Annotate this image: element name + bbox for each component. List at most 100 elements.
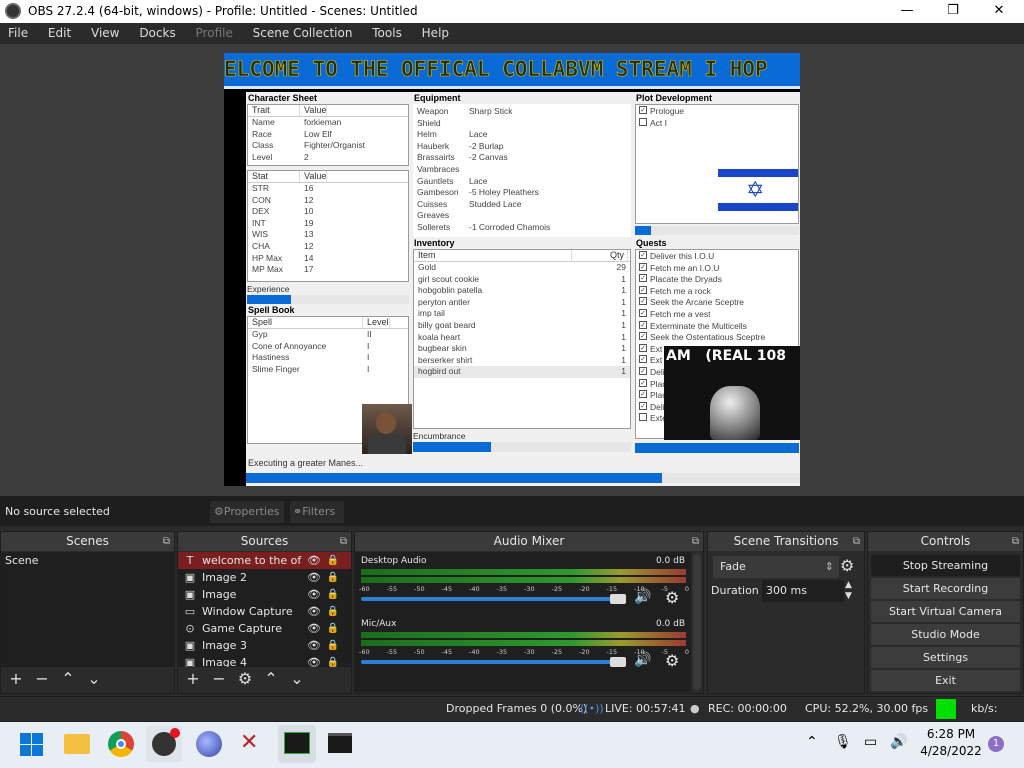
lock-icon[interactable]: 🔒 bbox=[327, 552, 339, 569]
source-item[interactable]: ▣ Image 👁 🔒 bbox=[178, 586, 351, 603]
chrome-icon[interactable] bbox=[108, 731, 134, 757]
move-up-icon[interactable]: ⌃ bbox=[55, 669, 81, 688]
remove-scene-icon[interactable]: − bbox=[29, 669, 55, 688]
inventory-row[interactable]: hobgoblin patella 1 bbox=[414, 285, 630, 297]
lock-icon[interactable]: 🔒 bbox=[327, 637, 339, 654]
quest-item[interactable]: ✓ Fetch me a rock bbox=[636, 285, 798, 298]
source-item[interactable]: ▣ Image 3 👁 🔒 bbox=[178, 637, 351, 654]
game-taskbar-button[interactable] bbox=[278, 725, 316, 763]
terminal-icon[interactable] bbox=[328, 733, 352, 753]
source-item[interactable]: ⊙ Game Capture 👁 🔒 bbox=[178, 620, 351, 637]
close-button[interactable]: ✕ bbox=[976, 0, 1022, 23]
volume-slider[interactable] bbox=[361, 660, 619, 664]
lock-icon[interactable]: 🔒 bbox=[327, 654, 339, 667]
obs-taskbar-button[interactable] bbox=[146, 726, 182, 762]
float-dock-icon[interactable]: ⧉ bbox=[692, 532, 699, 551]
inventory-row[interactable]: berserker shirt 1 bbox=[414, 355, 630, 367]
menu-edit[interactable]: Edit bbox=[40, 23, 79, 40]
checkbox[interactable]: ✓ bbox=[639, 106, 647, 114]
source-properties-gear-icon[interactable]: ⚙ bbox=[232, 669, 258, 688]
inventory-row[interactable]: peryton antler 1 bbox=[414, 297, 630, 309]
checkbox[interactable]: ✓ bbox=[639, 343, 647, 352]
visibility-eye-icon[interactable]: 👁 bbox=[307, 569, 321, 586]
plot-item[interactable]: Act I bbox=[636, 117, 798, 130]
checkbox[interactable]: ✓ bbox=[639, 366, 647, 375]
inventory-row[interactable]: imp tail 1 bbox=[414, 308, 630, 320]
checkbox[interactable]: ✓ bbox=[639, 355, 647, 364]
float-dock-icon[interactable]: ⧉ bbox=[1012, 532, 1019, 551]
source-item[interactable]: ▣ Image 2 👁 🔒 bbox=[178, 569, 351, 586]
checkbox[interactable]: ✓ bbox=[639, 262, 647, 271]
visibility-eye-icon[interactable]: 👁 bbox=[307, 552, 321, 569]
checkbox[interactable]: ✓ bbox=[639, 401, 647, 410]
add-scene-icon[interactable]: + bbox=[3, 669, 29, 688]
clock-time[interactable]: 6:28 PM bbox=[922, 727, 980, 741]
transition-properties-gear-icon[interactable]: ⚙ bbox=[840, 556, 854, 575]
mixer-scrollbar[interactable] bbox=[693, 554, 701, 690]
clock-date[interactable]: 4/28/2022 bbox=[914, 744, 988, 758]
speaker-icon[interactable]: 🔊 bbox=[634, 652, 651, 668]
float-dock-icon[interactable]: ⧉ bbox=[340, 532, 347, 551]
exit-button[interactable]: Exit bbox=[871, 670, 1020, 691]
transition-select[interactable]: Fade ⇕ bbox=[713, 556, 839, 578]
duration-input[interactable]: 300 ms bbox=[762, 580, 844, 602]
menu-docks[interactable]: Docks bbox=[131, 23, 183, 40]
stop-streaming-button[interactable]: Stop Streaming bbox=[871, 555, 1020, 576]
quest-item[interactable]: ✓ Exterminate the Multicells bbox=[636, 320, 798, 333]
add-source-icon[interactable]: + bbox=[180, 669, 206, 688]
visibility-eye-icon[interactable]: 👁 bbox=[307, 637, 321, 654]
checkbox[interactable] bbox=[639, 413, 647, 422]
move-up-icon[interactable]: ⌃ bbox=[258, 669, 284, 688]
source-item[interactable]: ▭ Window Capture 👁 🔒 bbox=[178, 603, 351, 620]
inventory-row[interactable]: Gold 29 bbox=[414, 262, 630, 274]
notification-badge[interactable]: 1 bbox=[988, 736, 1004, 752]
volume-slider[interactable] bbox=[361, 597, 619, 601]
quest-item[interactable]: ✓ Seek the Arcane Sceptre bbox=[636, 297, 798, 309]
inventory-row[interactable]: billy goat beard 1 bbox=[414, 320, 630, 332]
checkbox[interactable]: ✓ bbox=[639, 332, 647, 341]
start-virtual-camera-button[interactable]: Start Virtual Camera bbox=[871, 601, 1020, 622]
checkbox[interactable]: ✓ bbox=[639, 274, 647, 283]
menu-file[interactable]: File bbox=[0, 23, 36, 40]
checkbox[interactable]: ✓ bbox=[639, 320, 647, 329]
settings-button[interactable]: Settings bbox=[871, 647, 1020, 668]
float-dock-icon[interactable]: ⧉ bbox=[853, 532, 860, 551]
menu-view[interactable]: View bbox=[83, 23, 127, 40]
lock-icon[interactable]: 🔒 bbox=[327, 586, 339, 603]
maximize-button[interactable]: ❐ bbox=[930, 0, 976, 23]
volume-slider-knob[interactable] bbox=[610, 594, 626, 604]
globe-app-icon[interactable] bbox=[196, 731, 222, 757]
scene-item[interactable]: Scene bbox=[1, 552, 174, 569]
gear-icon[interactable]: ⚙ bbox=[665, 651, 679, 670]
menu-tools[interactable]: Tools bbox=[364, 23, 410, 40]
plot-item[interactable]: ✓ Prologue bbox=[636, 106, 798, 118]
inventory-row[interactable]: girl scout cookie 1 bbox=[414, 274, 630, 286]
volume-slider-knob[interactable] bbox=[610, 657, 626, 667]
network-icon[interactable]: ▭ bbox=[864, 734, 877, 750]
speaker-icon[interactable]: 🔊 bbox=[634, 589, 651, 605]
studio-mode-button[interactable]: Studio Mode bbox=[871, 624, 1020, 645]
duration-stepper-icon[interactable]: ▲ ▼ bbox=[845, 580, 852, 602]
lock-icon[interactable]: 🔒 bbox=[327, 569, 339, 586]
filters-button[interactable]: ⚭Filters bbox=[290, 501, 344, 523]
volume-icon[interactable]: 🔊 bbox=[890, 734, 907, 750]
gear-icon[interactable]: ⚙ bbox=[665, 588, 679, 607]
stream-preview-canvas[interactable]: ELCOME TO THE OFFICAL COLLABVM STREAM I … bbox=[224, 53, 800, 486]
checkbox[interactable]: ✓ bbox=[639, 297, 647, 306]
file-explorer-icon[interactable] bbox=[64, 734, 90, 754]
lock-icon[interactable]: 🔒 bbox=[327, 603, 339, 620]
checkbox[interactable]: ✓ bbox=[639, 308, 647, 317]
quest-item[interactable]: ✓ Fetch me a vest bbox=[636, 308, 798, 321]
checkbox[interactable]: ✓ bbox=[639, 390, 647, 399]
checkbox[interactable]: ✓ bbox=[639, 251, 647, 259]
lock-icon[interactable]: 🔒 bbox=[327, 620, 339, 637]
inventory-row[interactable]: bugbear skin 1 bbox=[414, 343, 630, 355]
crossed-swords-icon[interactable]: ✕ bbox=[240, 730, 258, 755]
source-item[interactable]: Twelcome to the of 👁 🔒 bbox=[178, 552, 351, 569]
inventory-row[interactable]: hogbird out 1 bbox=[414, 366, 630, 378]
source-item[interactable]: ▣ Image 4 👁 🔒 bbox=[178, 654, 351, 667]
menu-help[interactable]: Help bbox=[414, 23, 457, 40]
move-down-icon[interactable]: ⌄ bbox=[81, 669, 107, 688]
quest-item[interactable]: ✓ Seek the Ostentatious Sceptre bbox=[636, 332, 798, 344]
checkbox[interactable]: ✓ bbox=[639, 378, 647, 387]
